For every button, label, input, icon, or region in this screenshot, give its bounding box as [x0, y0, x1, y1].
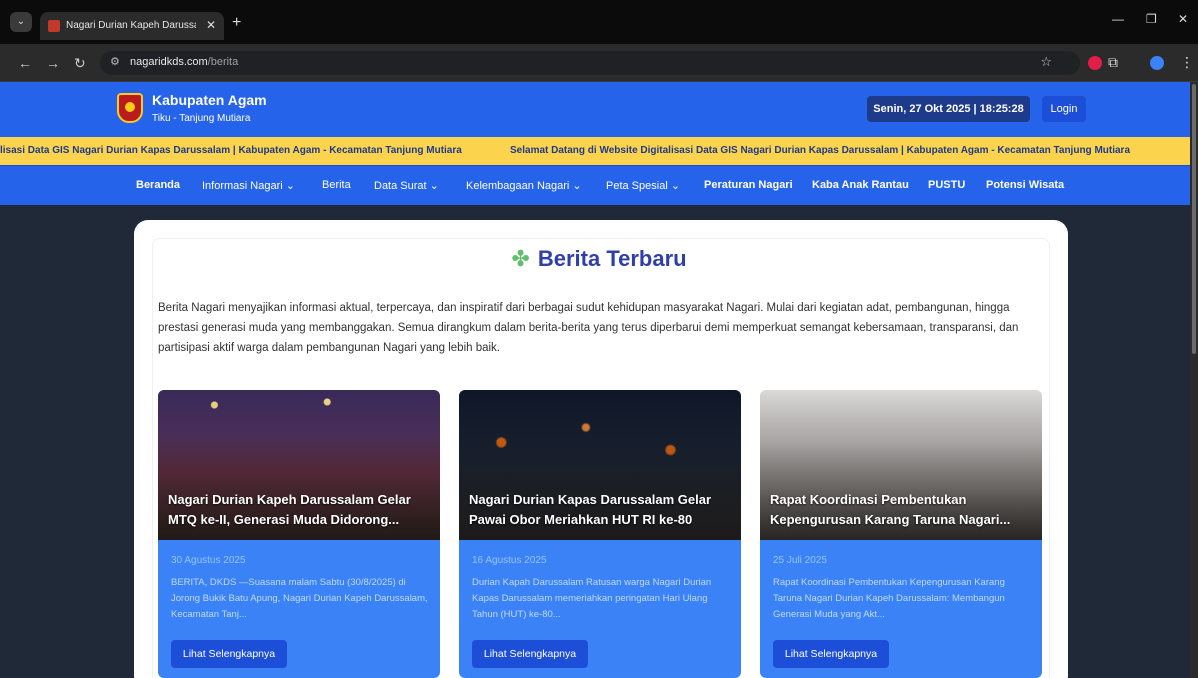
news-card[interactable]: Nagari Durian Kapas Darussalam Gelar Paw…: [459, 390, 741, 678]
news-body: 30 Agustus 2025 BERITA, DKDS —Suasana ma…: [158, 540, 440, 678]
datetime-badge: Senin, 27 Okt 2025 | 18:25:28: [867, 96, 1030, 122]
news-date: 30 Agustus 2025: [171, 555, 246, 566]
nav-beranda[interactable]: Beranda: [136, 179, 180, 191]
tab-search-icon[interactable]: ⌄: [10, 12, 32, 32]
url-text[interactable]: nagaridkds.com/berita: [130, 56, 238, 68]
close-tab-icon[interactable]: ✕: [206, 18, 216, 32]
restore-icon[interactable]: ❐: [1146, 12, 1157, 26]
back-icon[interactable]: ←: [18, 55, 32, 71]
nav-peta-spesial[interactable]: Peta Spesial ⌄: [606, 179, 680, 192]
login-button[interactable]: Login: [1042, 96, 1086, 122]
news-body: 16 Agustus 2025 Durian Kapah Darussalam …: [459, 540, 741, 678]
news-card[interactable]: Nagari Durian Kapeh Darussalam Gelar MTQ…: [158, 390, 440, 678]
url-path: /berita: [207, 56, 239, 68]
news-date: 16 Agustus 2025: [472, 555, 547, 566]
address-bar[interactable]: ⚙ nagaridkds.com/berita ☆: [100, 51, 1080, 75]
news-body: 25 Juli 2025 Rapat Koordinasi Pembentuka…: [760, 540, 1042, 678]
read-more-button[interactable]: Lihat Selengkapnya: [171, 640, 287, 668]
new-tab-icon[interactable]: +: [232, 14, 241, 32]
brand-title[interactable]: Kabupaten Agam: [152, 92, 267, 108]
news-title[interactable]: Nagari Durian Kapas Darussalam Gelar Paw…: [469, 490, 731, 530]
more-menu-icon[interactable]: ⋮: [1180, 54, 1194, 71]
profile-avatar[interactable]: [1150, 56, 1164, 70]
ticker-segment: lisasi Data GIS Nagari Durian Kapas Daru…: [0, 145, 462, 156]
read-more-button[interactable]: Lihat Selengkapnya: [472, 640, 588, 668]
reload-icon[interactable]: ↻: [74, 55, 86, 72]
news-excerpt: BERITA, DKDS —Suasana malam Sabtu (30/8/…: [171, 577, 428, 620]
news-excerpt: Rapat Koordinasi Pembentukan Kepengurusa…: [773, 577, 1005, 620]
news-card[interactable]: Rapat Koordinasi Pembentukan Kepengurusa…: [760, 390, 1042, 678]
browser-toolbar: ← → ↻ ⚙ nagaridkds.com/berita ☆ ⧉ ⋮: [0, 44, 1198, 82]
news-date: 25 Juli 2025: [773, 555, 827, 566]
announcement-ticker: lisasi Data GIS Nagari Durian Kapas Daru…: [0, 137, 1198, 165]
scrollbar-thumb[interactable]: [1192, 84, 1196, 354]
section-heading: ✤ Berita Terbaru: [0, 246, 1198, 272]
nav-peraturan-nagari[interactable]: Peraturan Nagari: [704, 179, 793, 191]
nav-informasi-nagari[interactable]: Informasi Nagari ⌄: [202, 179, 295, 192]
news-excerpt: Durian Kapah Darussalam Ratusan warga Na…: [472, 577, 712, 620]
nav-berita[interactable]: Berita: [322, 179, 351, 191]
extensions-puzzle-icon[interactable]: ⧉: [1108, 54, 1118, 71]
tab-title: Nagari Durian Kapeh Darussala: [66, 20, 196, 31]
favicon-icon: [48, 20, 60, 32]
bookmark-star-icon[interactable]: ☆: [1040, 54, 1052, 70]
browser-tab[interactable]: Nagari Durian Kapeh Darussala ✕: [40, 12, 224, 40]
brand-subtitle: Tiku - Tanjung Mutiara: [152, 113, 251, 124]
site-header: Kabupaten Agam Tiku - Tanjung Mutiara Se…: [0, 82, 1198, 137]
news-title[interactable]: Rapat Koordinasi Pembentukan Kepengurusa…: [770, 490, 1032, 530]
section-title: Berita Terbaru: [537, 246, 687, 271]
ticker-segment: Selamat Datang di Website Digitalisasi D…: [510, 145, 1130, 156]
puzzle-icon: ✤: [511, 246, 530, 271]
nav-potensi-wisata[interactable]: Potensi Wisata: [986, 179, 1064, 191]
nav-kelembagaan-nagari[interactable]: Kelembagaan Nagari ⌄: [466, 179, 582, 192]
news-title[interactable]: Nagari Durian Kapeh Darussalam Gelar MTQ…: [168, 490, 430, 530]
minimize-icon[interactable]: —: [1112, 12, 1124, 26]
nav-data-surat[interactable]: Data Surat ⌄: [374, 179, 439, 192]
url-domain: nagaridkds.com: [130, 56, 208, 68]
nav-pustu[interactable]: PUSTU: [928, 179, 965, 191]
forward-icon[interactable]: →: [46, 55, 60, 71]
kabupaten-logo[interactable]: [117, 93, 143, 123]
extension-shield-icon[interactable]: [1088, 56, 1102, 70]
main-nav: Beranda Informasi Nagari ⌄ Berita Data S…: [0, 165, 1198, 205]
browser-tabbar: ⌄ Nagari Durian Kapeh Darussala ✕ + — ❐ …: [0, 0, 1198, 44]
close-window-icon[interactable]: ✕: [1178, 12, 1188, 26]
intro-paragraph: Berita Nagari menyajikan informasi aktua…: [158, 302, 1019, 354]
tune-icon[interactable]: ⚙: [110, 55, 120, 68]
read-more-button[interactable]: Lihat Selengkapnya: [773, 640, 889, 668]
nav-kaba-anak-rantau[interactable]: Kaba Anak Rantau: [812, 179, 909, 191]
